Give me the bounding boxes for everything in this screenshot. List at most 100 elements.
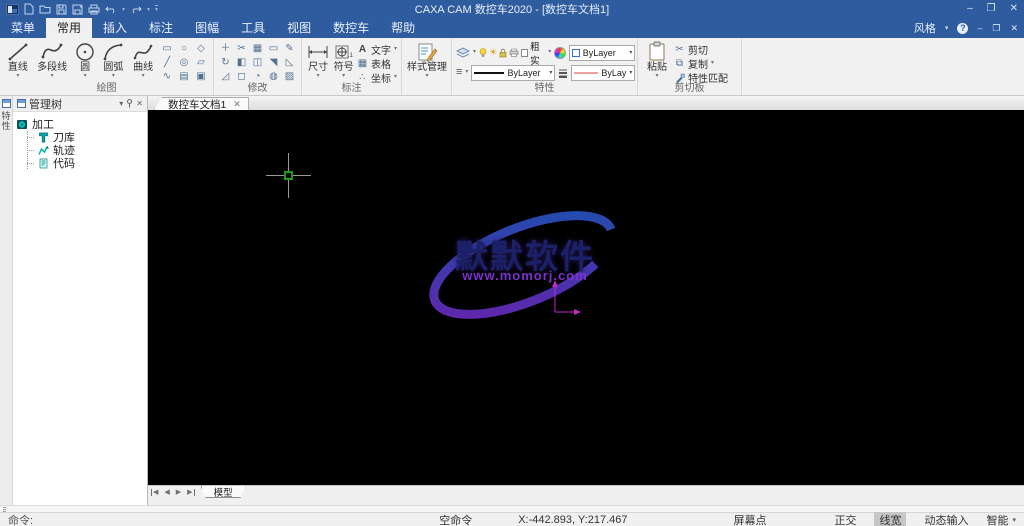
- style-manager-button[interactable]: 样式管理 ▾: [406, 41, 448, 80]
- layer-color-swatch[interactable]: [521, 49, 528, 57]
- tree-node-code[interactable]: 代码: [28, 157, 144, 169]
- arc-dropdown-icon[interactable]: ▾: [112, 73, 115, 80]
- polygon-icon[interactable]: ◇: [193, 42, 209, 56]
- color-combo[interactable]: ByLayer ▾: [569, 45, 636, 61]
- rotate-icon[interactable]: ↻: [218, 56, 233, 70]
- layer-lock-icon[interactable]: [499, 48, 507, 58]
- color-wheel-icon[interactable]: [554, 47, 565, 59]
- layer-freeze-icon[interactable]: ☀: [489, 47, 497, 58]
- style-dropdown-icon[interactable]: ▾: [945, 24, 949, 32]
- break-icon[interactable]: ◔: [250, 70, 265, 84]
- circle-button[interactable]: 圆 ▾: [73, 41, 98, 80]
- screen-point-toggle[interactable]: 屏幕点: [733, 512, 766, 526]
- style-switcher[interactable]: 风格: [914, 20, 936, 36]
- resize-grip-icon[interactable]: [3, 507, 6, 512]
- panel-dropdown-icon[interactable]: ▾: [119, 100, 123, 108]
- polyline-dropdown-icon[interactable]: ▾: [51, 73, 54, 80]
- prev-sheet-icon[interactable]: ◀: [162, 489, 171, 496]
- paste-dropdown-icon[interactable]: ▾: [655, 73, 658, 80]
- doc-minimize-icon[interactable]: –: [977, 23, 982, 33]
- paste-button[interactable]: 粘贴 ▾: [642, 41, 672, 80]
- menu-tab-insert[interactable]: 插入: [92, 18, 138, 38]
- gear-icon[interactable]: ▱: [193, 56, 209, 70]
- layer-dropdown-icon[interactable]: ▾: [548, 49, 551, 56]
- layer-manager-icon[interactable]: [456, 47, 470, 59]
- properties-vertical-tab[interactable]: 特性: [0, 111, 13, 131]
- fill-icon[interactable]: ▤: [176, 70, 192, 84]
- coordinate-dropdown-icon[interactable]: ▾: [394, 74, 397, 81]
- delete-icon[interactable]: ▨: [282, 70, 297, 84]
- move-icon[interactable]: ＋: [218, 42, 233, 56]
- first-sheet-icon[interactable]: ◀: [151, 489, 160, 496]
- text-button[interactable]: A 文字 ▾: [357, 43, 397, 56]
- spline-dropdown-icon[interactable]: ▾: [142, 73, 145, 80]
- model-tab[interactable]: 模型: [201, 486, 246, 498]
- panel-close-icon[interactable]: ✕: [136, 100, 143, 108]
- doc-restore-icon[interactable]: ❐: [992, 23, 1000, 34]
- menu-tab-sheet[interactable]: 图幅: [184, 18, 230, 38]
- arc-button[interactable]: 圆弧 ▾: [100, 41, 128, 80]
- symbol-button[interactable]: .1 符号 ▾: [332, 41, 355, 80]
- dynamic-input-toggle[interactable]: 动态输入: [924, 512, 968, 526]
- linetype-manager-dropdown-icon[interactable]: ▾: [465, 69, 468, 76]
- spline-button[interactable]: 曲线 ▾: [129, 41, 157, 80]
- dimension-button[interactable]: 尺寸 ▾: [306, 41, 330, 80]
- formula-curve-icon[interactable]: ∿: [159, 70, 175, 84]
- tree-node-machining[interactable]: 加工: [16, 117, 144, 130]
- linetype-dropdown-icon[interactable]: ▾: [549, 69, 552, 76]
- line-dropdown-icon[interactable]: ▾: [16, 73, 19, 80]
- array-icon[interactable]: ▦: [250, 42, 265, 56]
- menu-tab-help[interactable]: 帮助: [380, 18, 426, 38]
- mirror-icon[interactable]: ◧: [234, 56, 249, 70]
- next-sheet-icon[interactable]: ▶: [174, 489, 183, 496]
- trim-icon[interactable]: ✂: [234, 42, 249, 56]
- lineweight-toggle[interactable]: 线宽: [874, 512, 906, 526]
- chamfer-icon[interactable]: ◺: [282, 56, 297, 70]
- copy-object-icon[interactable]: ▭: [266, 42, 281, 56]
- fillet-icon[interactable]: ◿: [218, 70, 233, 84]
- tree-node-toolpath[interactable]: 轨迹: [28, 144, 144, 156]
- style-manager-dropdown-icon[interactable]: ▾: [425, 73, 428, 80]
- tree-node-tool-library[interactable]: 刀库: [28, 131, 144, 143]
- ortho-toggle[interactable]: 正交: [834, 512, 856, 526]
- copy-dropdown-icon[interactable]: ▾: [711, 60, 714, 67]
- drawing-canvas[interactable]: 默默软件 www.momorj.com: [148, 110, 1024, 485]
- ellipse-icon[interactable]: ○: [176, 42, 192, 56]
- layer-manager-dropdown-icon[interactable]: ▾: [473, 49, 476, 56]
- lineweight-combo[interactable]: ByLay ▾: [571, 65, 635, 81]
- offset-icon[interactable]: ◥: [266, 56, 281, 70]
- menu-tab-annotate[interactable]: 标注: [138, 18, 184, 38]
- scale-icon[interactable]: ◻: [234, 70, 249, 84]
- layer-combo[interactable]: ☀ 粗实 ▾: [479, 39, 551, 67]
- menu-tab-cnc-lathe[interactable]: 数控车: [322, 18, 380, 38]
- lineweight-dropdown-icon[interactable]: ▾: [629, 69, 632, 76]
- text-dropdown-icon[interactable]: ▾: [394, 46, 397, 53]
- menu-tab-file[interactable]: 菜单: [0, 18, 46, 38]
- linetype-combo[interactable]: ByLayer ▾: [471, 65, 555, 81]
- tab-close-icon[interactable]: ✕: [233, 100, 241, 109]
- explode-icon[interactable]: ◍: [266, 70, 281, 84]
- lineweight-icon[interactable]: [558, 68, 568, 78]
- dimension-dropdown-icon[interactable]: ▾: [317, 73, 320, 80]
- help-icon[interactable]: ?: [957, 23, 968, 34]
- copy-button[interactable]: ⧉ 复制 ▾: [674, 57, 728, 70]
- hatch-line-icon[interactable]: ╱: [159, 56, 175, 70]
- menu-tab-common[interactable]: 常用: [46, 18, 92, 38]
- document-tab[interactable]: 数控车文档1 ✕: [154, 97, 249, 110]
- close-icon[interactable]: ✕: [1010, 4, 1018, 14]
- panel-tab-icon[interactable]: [2, 99, 11, 108]
- edit-pencil-icon[interactable]: ✎: [282, 42, 297, 56]
- menu-tab-view[interactable]: 视图: [276, 18, 322, 38]
- linetype-manager-icon[interactable]: ≡: [456, 67, 462, 78]
- table-button[interactable]: ▦ 表格: [357, 57, 397, 70]
- hole-shaft-icon[interactable]: ◎: [176, 56, 192, 70]
- panel-pin-icon[interactable]: [126, 99, 133, 108]
- cut-button[interactable]: ✂ 剪切: [674, 43, 728, 56]
- layer-on-icon[interactable]: [479, 48, 487, 58]
- smart-snap-toggle[interactable]: 智能: [986, 512, 1008, 526]
- stretch-icon[interactable]: ◫: [250, 56, 265, 70]
- polyline-button[interactable]: 多段线 ▾: [34, 41, 71, 80]
- smart-snap-dropdown-icon[interactable]: ▾: [1012, 516, 1016, 524]
- menu-tab-tools[interactable]: 工具: [230, 18, 276, 38]
- symbol-dropdown-icon[interactable]: ▾: [342, 73, 345, 80]
